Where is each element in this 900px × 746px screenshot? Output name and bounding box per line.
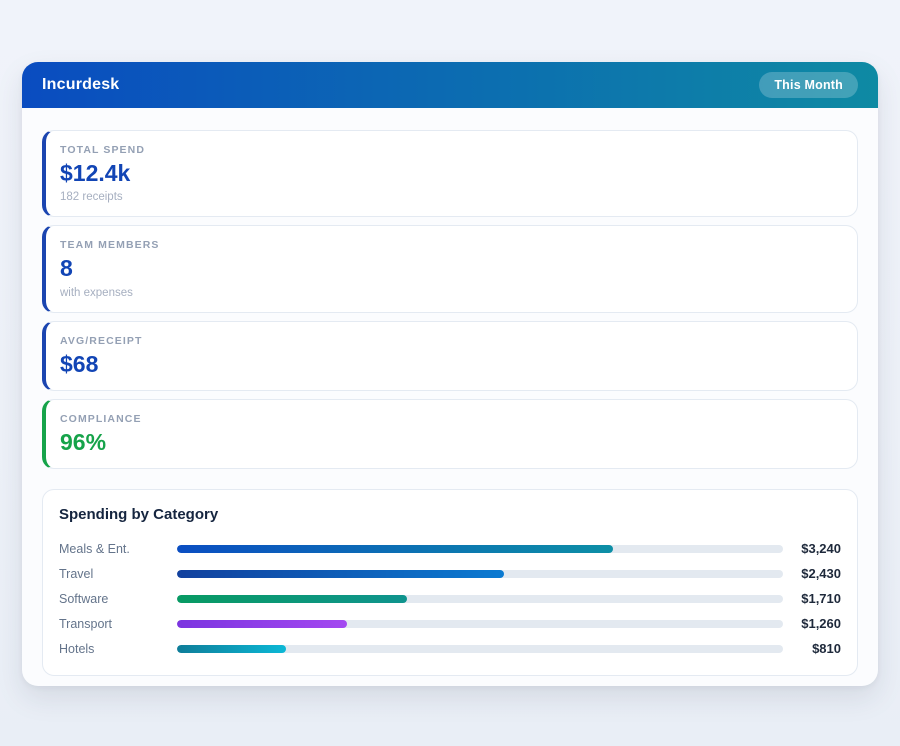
stats-list: TOTAL SPEND $12.4k 182 receipts TEAM MEM… <box>42 130 858 469</box>
stat-value: $68 <box>60 352 841 377</box>
bar-fill <box>177 595 407 603</box>
category-label: Meals & Ent. <box>59 542 177 556</box>
chart-row: Meals & Ent. $3,240 <box>59 536 841 561</box>
bar-track <box>177 645 783 653</box>
bar-fill <box>177 570 504 578</box>
stat-label: AVG/RECEIPT <box>60 335 841 347</box>
spending-chart-card: Spending by Category Meals & Ent. $3,240… <box>42 489 858 676</box>
bar-track <box>177 545 783 553</box>
stat-label: COMPLIANCE <box>60 413 841 425</box>
bar-fill <box>177 645 286 653</box>
stat-card-avg-receipt: AVG/RECEIPT $68 <box>42 321 858 391</box>
stat-label: TEAM MEMBERS <box>60 239 841 251</box>
chart-row: Software $1,710 <box>59 586 841 611</box>
stat-label: TOTAL SPEND <box>60 144 841 156</box>
chart-row: Transport $1,260 <box>59 611 841 636</box>
category-label: Transport <box>59 617 177 631</box>
app-header: Incurdesk This Month <box>22 62 878 108</box>
panel-content: TOTAL SPEND $12.4k 182 receipts TEAM MEM… <box>22 108 878 676</box>
stat-card-compliance: COMPLIANCE 96% <box>42 399 858 469</box>
category-value: $3,240 <box>783 541 841 556</box>
period-badge[interactable]: This Month <box>759 72 858 98</box>
bar-track <box>177 595 783 603</box>
chart-row: Hotels $810 <box>59 636 841 661</box>
bar-track <box>177 570 783 578</box>
stat-value: 8 <box>60 256 841 281</box>
chart-rows: Meals & Ent. $3,240 Travel $2,430 Softwa… <box>59 536 841 661</box>
category-label: Hotels <box>59 642 177 656</box>
category-label: Software <box>59 592 177 606</box>
stat-card-team-members: TEAM MEMBERS 8 with expenses <box>42 225 858 312</box>
dashboard-panel: Incurdesk This Month TOTAL SPEND $12.4k … <box>22 62 878 686</box>
bar-fill <box>177 620 347 628</box>
stat-card-total-spend: TOTAL SPEND $12.4k 182 receipts <box>42 130 858 217</box>
bar-fill <box>177 545 613 553</box>
category-label: Travel <box>59 567 177 581</box>
bar-track <box>177 620 783 628</box>
stat-value: 96% <box>60 430 841 455</box>
category-value: $2,430 <box>783 566 841 581</box>
category-value: $1,710 <box>783 591 841 606</box>
category-value: $810 <box>783 641 841 656</box>
chart-row: Travel $2,430 <box>59 561 841 586</box>
category-value: $1,260 <box>783 616 841 631</box>
app-title: Incurdesk <box>42 76 119 94</box>
stat-subtext: with expenses <box>60 287 841 299</box>
stat-value: $12.4k <box>60 161 841 186</box>
stat-subtext: 182 receipts <box>60 191 841 203</box>
chart-title: Spending by Category <box>59 506 841 523</box>
